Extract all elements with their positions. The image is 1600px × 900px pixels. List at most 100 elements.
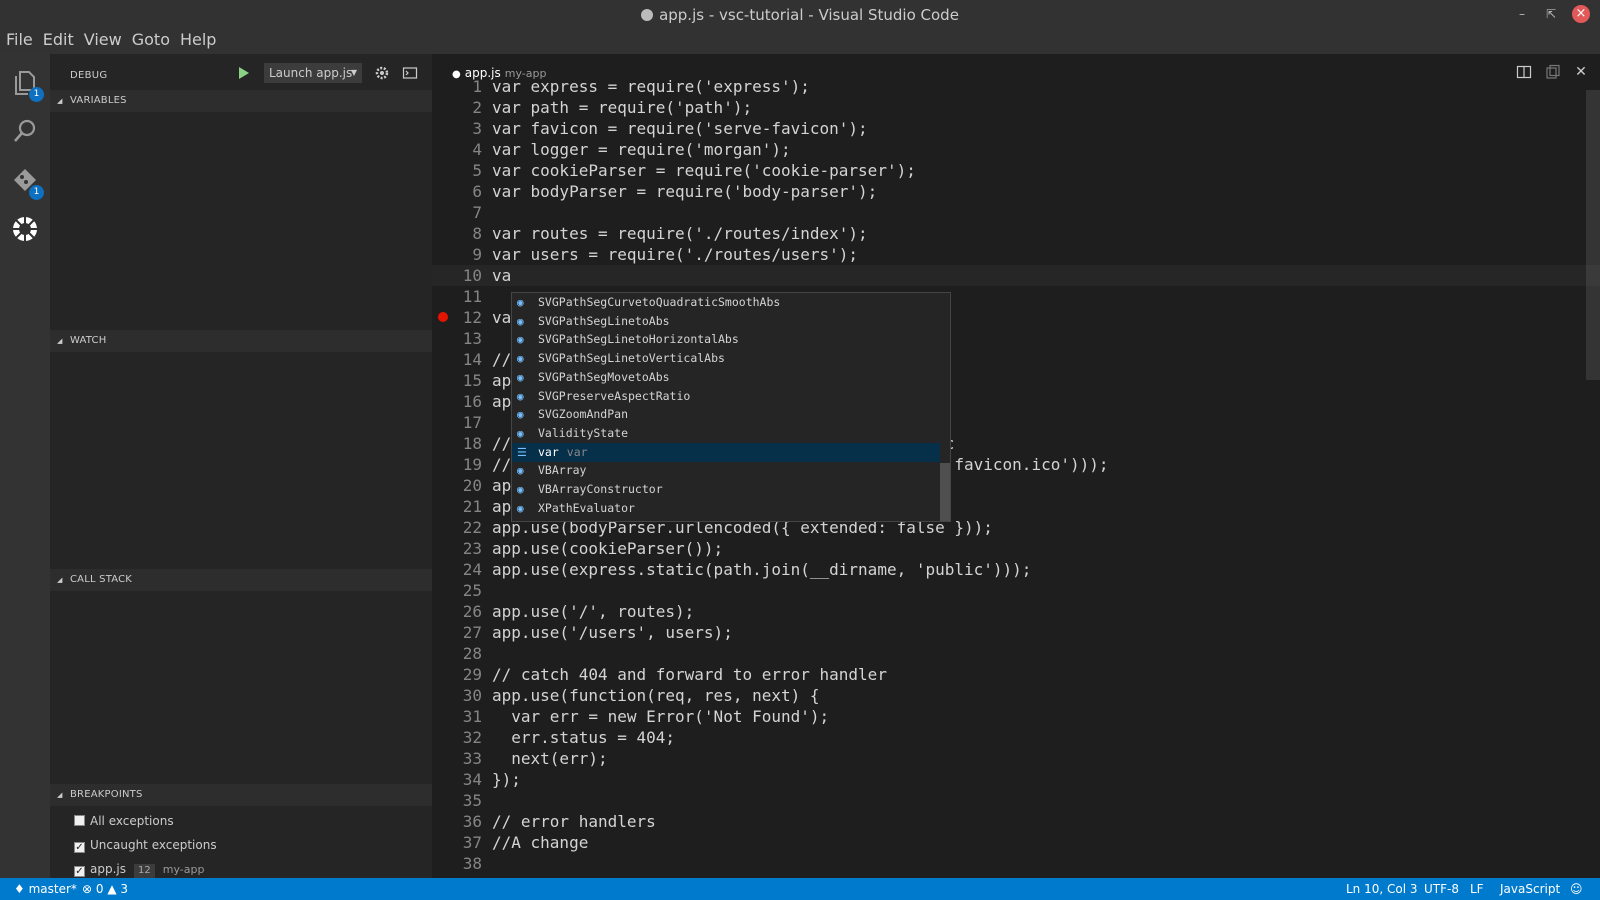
code-line[interactable]: 32 err.status = 404; <box>432 727 1600 748</box>
menu-file[interactable]: File <box>1 30 38 50</box>
expanded-triangle-icon: ◢ <box>57 97 63 105</box>
code-line[interactable]: 3 var favicon = require('serve-favicon'); <box>432 118 1600 139</box>
code-line[interactable]: 23 app.use(cookieParser()); <box>432 538 1600 559</box>
suggestion-item[interactable]: ◉ SVGPathSegLinetoAbs <box>512 312 940 331</box>
code-line[interactable]: 31 var err = new Error('Not Found'); <box>432 706 1600 727</box>
suggestion-item[interactable]: ◉ VBArrayConstructor <box>512 480 940 499</box>
code-line[interactable]: 7 <box>432 202 1600 223</box>
code-line[interactable]: 1 var express = require('express'); <box>432 80 1600 97</box>
code-line[interactable]: 28 <box>432 643 1600 664</box>
code-line[interactable]: 34}); <box>432 769 1600 790</box>
suggestion-item[interactable]: ◉ SVGZoomAndPan <box>512 405 940 424</box>
line-number: 28 <box>462 644 482 663</box>
language-status[interactable]: JavaScript <box>1500 878 1560 900</box>
suggestion-item[interactable]: ◉ SVGPathSegLinetoHorizontalAbs <box>512 330 940 349</box>
suggestion-item[interactable]: ◉ VBArray <box>512 461 940 480</box>
code-line[interactable]: 37 //A change <box>432 832 1600 853</box>
menu-goto[interactable]: Goto <box>127 30 175 50</box>
code-line[interactable]: 25 <box>432 580 1600 601</box>
code-line[interactable]: 26 app.use('/', routes); <box>432 601 1600 622</box>
overview-ruler[interactable] <box>1586 90 1600 878</box>
debug-activity[interactable] <box>10 214 40 244</box>
code-line[interactable]: 8 var routes = require('./routes/index'); <box>432 223 1600 244</box>
line-number: 33 <box>462 749 482 768</box>
scrollbar-thumb[interactable] <box>1586 90 1600 380</box>
code-text: var cookieParser = require('cookie-parse… <box>492 161 916 180</box>
breakpoint-all-exceptions[interactable]: All exceptions <box>74 811 174 831</box>
breakpoint-app-js[interactable]: ✓ app.js 12 my-app <box>74 859 204 879</box>
code-line[interactable]: 33 next(err); <box>432 748 1600 769</box>
warning-count: 3 <box>120 882 129 896</box>
code-text: var bodyParser = require('body-parser'); <box>492 182 878 201</box>
suggestion-item[interactable]: ◉ SVGPathSegMovetoAbs <box>512 368 940 387</box>
expanded-triangle-icon: ◢ <box>57 576 63 584</box>
code-line[interactable]: 4 var logger = require('morgan'); <box>432 139 1600 160</box>
menu-edit[interactable]: Edit <box>38 30 79 50</box>
suggestion-item[interactable]: ◉ ValidityState <box>512 424 940 443</box>
code-line[interactable]: 36 // error handlers <box>432 811 1600 832</box>
tab-app-js[interactable]: ● app.js my-app <box>452 66 546 80</box>
suggestion-item[interactable]: ◉ SVGPreserveAspectRatio <box>512 387 940 406</box>
line-number: 12 <box>462 308 482 327</box>
open-changes-icon[interactable] <box>1545 64 1561 80</box>
code-text: var users = require('./routes/users'); <box>492 245 859 264</box>
line-number: 4 <box>472 140 482 159</box>
code-text: var routes = require('./routes/index'); <box>492 224 868 243</box>
suggestion-label: SVGPathSegLinetoVerticalAbs <box>538 351 725 366</box>
feedback-smiley-icon[interactable]: ☺ <box>1570 878 1583 900</box>
line-number: 23 <box>462 539 482 558</box>
explorer-activity[interactable]: 1 <box>10 68 44 102</box>
code-line[interactable]: 38 <box>432 853 1600 874</box>
menu-view[interactable]: View <box>79 30 127 50</box>
code-text: app.use(express.static(path.join(__dirna… <box>492 560 1032 579</box>
start-debug-icon[interactable] <box>236 65 252 81</box>
launch-config-value: Launch app.js <box>269 66 353 80</box>
minimize-button[interactable]: – <box>1514 6 1530 22</box>
code-line[interactable]: 27 app.use('/users', users); <box>432 622 1600 643</box>
git-activity[interactable]: 1 <box>10 166 44 200</box>
suggestion-item[interactable]: ◉ XPathEvaluator <box>512 499 940 518</box>
git-branch-status[interactable]: ♦ master* <box>14 878 77 900</box>
encoding-status[interactable]: UTF-8 <box>1424 878 1459 900</box>
variables-section-header[interactable]: ◢ VARIABLES <box>50 90 432 112</box>
code-line[interactable]: 10 va <box>432 265 1600 286</box>
code-line[interactable]: 24 app.use(express.static(path.join(__dir… <box>432 559 1600 580</box>
suggestion-item[interactable]: ◉ SVGPathSegLinetoVerticalAbs <box>512 349 940 368</box>
breakpoint-uncaught-exceptions[interactable]: ✓ Uncaught exceptions <box>74 835 217 855</box>
window-title: app.js - vsc-tutorial - Visual Studio Co… <box>0 6 1600 24</box>
maximize-button[interactable]: ⇱ <box>1543 6 1559 22</box>
debug-console-icon[interactable] <box>402 65 418 81</box>
breakpoint-checkbox[interactable]: ✓ <box>74 842 85 853</box>
callstack-section-header[interactable]: ◢ CALL STACK <box>50 569 432 591</box>
suggestion-item[interactable]: ◉ SVGPathSegCurvetoQuadraticSmoothAbs <box>512 293 940 312</box>
code-line[interactable]: 5 var cookieParser = require('cookie-pars… <box>432 160 1600 181</box>
status-bar: ♦ master* ⊗ 0 ▲ 3 Ln 10, Col 3 UTF-8 LF … <box>0 878 1600 900</box>
menu-help[interactable]: Help <box>175 30 221 50</box>
watch-section-header[interactable]: ◢ WATCH <box>50 330 432 352</box>
breakpoint-checkbox[interactable]: ✓ <box>74 866 85 877</box>
split-editor-icon[interactable] <box>1516 64 1532 80</box>
eol-status[interactable]: LF <box>1470 878 1484 900</box>
problems-status[interactable]: ⊗ 0 ▲ 3 <box>82 878 128 900</box>
breakpoints-section-header[interactable]: ◢ BREAKPOINTS <box>50 784 432 806</box>
code-line[interactable]: 9 var users = require('./routes/users'); <box>432 244 1600 265</box>
code-line[interactable]: 29 // catch 404 and forward to error hand… <box>432 664 1600 685</box>
suggestion-item[interactable]: ☰ var var <box>512 442 940 462</box>
launch-config-select[interactable]: Launch app.js ▼ <box>264 63 362 83</box>
chevron-down-icon: ▼ <box>350 68 357 77</box>
code-line[interactable]: 35 <box>432 790 1600 811</box>
code-line[interactable]: 2 var path = require('path'); <box>432 97 1600 118</box>
code-line[interactable]: 30 app.use(function(req, res, next) { <box>432 685 1600 706</box>
close-window-button[interactable]: × <box>1572 5 1590 23</box>
keyword-kind-icon: ☰ <box>517 445 527 459</box>
suggest-scrollbar[interactable] <box>940 463 950 521</box>
suggestion-label: SVGPathSegCurvetoQuadraticSmoothAbs <box>538 295 781 309</box>
code-line[interactable]: 6 var bodyParser = require('body-parser')… <box>432 181 1600 202</box>
cursor-position-status[interactable]: Ln 10, Col 3 <box>1346 878 1418 900</box>
gear-icon[interactable] <box>374 65 390 81</box>
breakpoint-checkbox[interactable] <box>74 815 85 826</box>
search-activity[interactable] <box>10 116 40 146</box>
close-editor-icon[interactable]: ✕ <box>1573 64 1589 80</box>
unsaved-dot-icon <box>641 9 654 21</box>
breakpoint-folder: my-app <box>162 863 205 876</box>
